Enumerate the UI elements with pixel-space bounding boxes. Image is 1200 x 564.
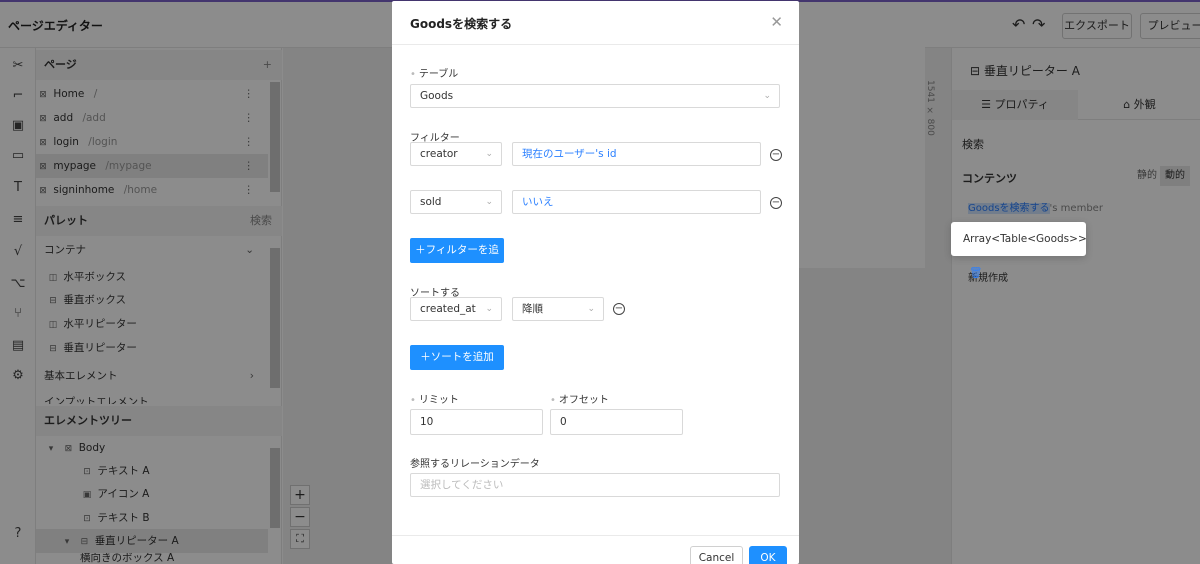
sort-order-select[interactable]: 降順 ⌄ <box>512 297 604 321</box>
search-goods-modal: Goodsを検索する ✕ • テーブル Goods ⌄ フィルター creator ⌄… <box>392 1 799 564</box>
relation-label: 参照するリレーションデータ <box>410 459 540 470</box>
ok-button[interactable]: OK <box>749 546 787 564</box>
modal-title: Goodsを検索する <box>410 17 513 31</box>
modal-header: Goodsを検索する ✕ <box>392 1 799 45</box>
relation-select[interactable]: 選択してください <box>410 473 780 497</box>
remove-sort-icon[interactable]: − <box>613 303 625 315</box>
chevron-down-icon: ⌄ <box>763 91 771 101</box>
limit-label: • リミット <box>410 395 459 406</box>
table-select[interactable]: Goods ⌄ <box>410 84 780 108</box>
chevron-down-icon: ⌄ <box>485 149 493 159</box>
add-filter-button[interactable]: ＋フィルターを追加 <box>410 238 504 281</box>
remove-filter-icon[interactable]: − <box>770 149 782 161</box>
close-icon[interactable]: ✕ <box>770 13 783 31</box>
type-popover: Array<Table<Goods>>🗑 <box>951 222 1087 279</box>
chevron-down-icon: ⌄ <box>485 304 493 314</box>
trash-icon[interactable]: 🗑 <box>969 267 982 279</box>
remove-filter-icon[interactable]: − <box>770 197 782 209</box>
modal-footer: Cancel OK <box>392 535 799 564</box>
chevron-down-icon: ⌄ <box>587 304 595 314</box>
cancel-button[interactable]: Cancel <box>690 546 743 564</box>
chevron-down-icon: ⌄ <box>485 197 493 207</box>
offset-input[interactable]: 0 <box>550 409 683 435</box>
sort-field-select[interactable]: created_at ⌄ <box>410 297 502 321</box>
filter-value-input[interactable]: 現在のユーザー's id <box>512 142 761 166</box>
add-sort-button[interactable]: ＋ソートを追加 <box>410 345 504 370</box>
table-label: • テーブル <box>410 69 459 80</box>
limit-input[interactable]: 10 <box>410 409 543 435</box>
filter-value-input[interactable]: いいえ <box>512 190 761 214</box>
offset-label: • オフセット <box>550 395 609 406</box>
filter-field-select[interactable]: sold ⌄ <box>410 190 502 214</box>
filter-field-select[interactable]: creator ⌄ <box>410 142 502 166</box>
